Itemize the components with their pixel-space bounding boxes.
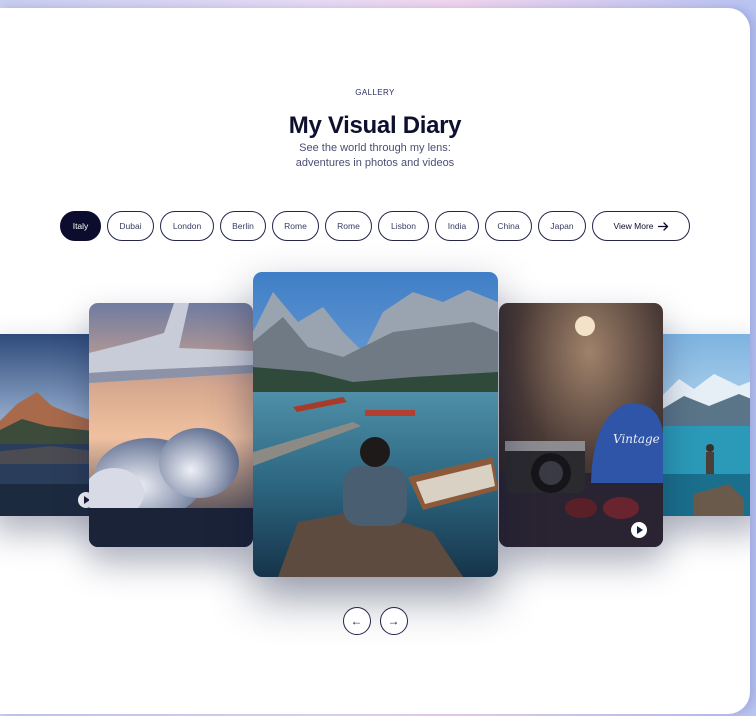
- lake-boat-image: [253, 272, 498, 577]
- carousel-nav: ← →: [0, 607, 750, 635]
- play-icon-2[interactable]: [631, 522, 647, 538]
- arrow-right-icon: →: [387, 614, 400, 628]
- mountain-lake-image: [0, 334, 102, 516]
- cap-text: Vintage: [613, 432, 660, 446]
- slide-airplane-wing-clouds[interactable]: [89, 303, 253, 547]
- slide-camera-cap-sunglasses[interactable]: Vintage: [499, 303, 663, 547]
- slide-lake-boat-mountains[interactable]: [253, 272, 498, 577]
- camera-cap-image: Vintage: [499, 303, 663, 547]
- next-button[interactable]: →: [379, 607, 408, 635]
- arrow-left-icon: ←: [350, 614, 363, 628]
- slide-mountain-lake-sunset[interactable]: [0, 334, 102, 516]
- gallery-frame: GALLERY My Visual Diary See the world th…: [0, 8, 750, 714]
- slide-turquoise-lake-hiker[interactable]: [654, 334, 750, 516]
- turquoise-lake-image: [654, 334, 750, 516]
- airplane-clouds-image: [89, 303, 253, 547]
- prev-button[interactable]: ←: [342, 607, 371, 635]
